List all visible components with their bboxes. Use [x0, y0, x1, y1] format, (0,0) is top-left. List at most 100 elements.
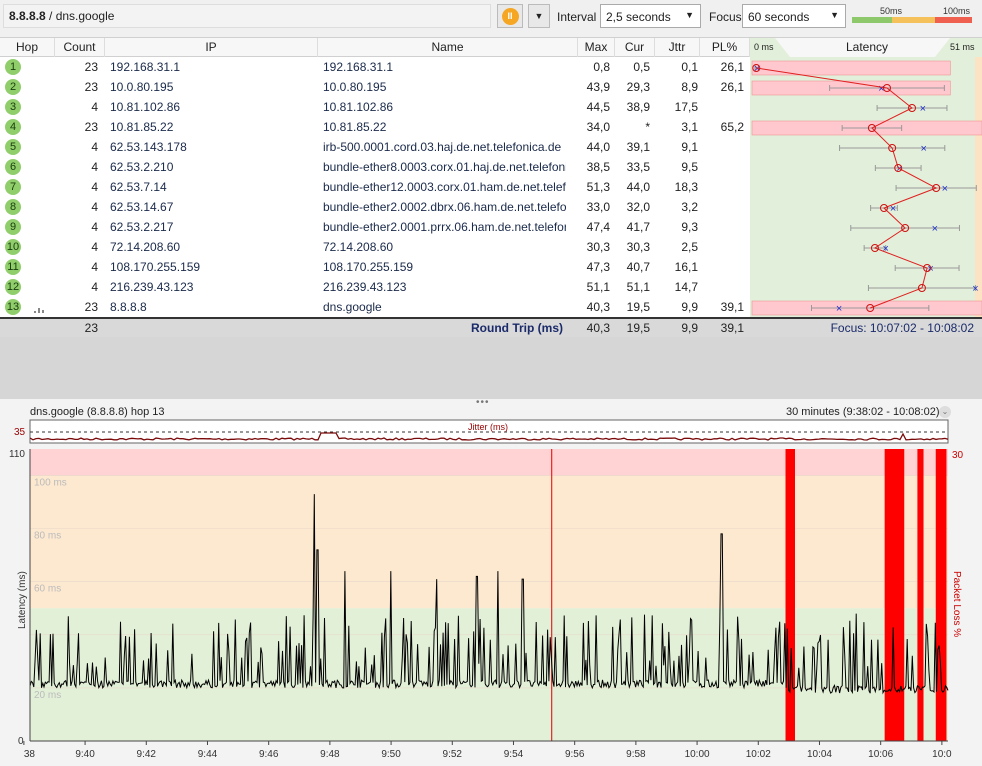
table-row[interactable]: 2 23 10.0.80.195 10.0.80.195 43,9 29,3 8,9 26,1	[0, 77, 750, 97]
cell-jttr: 14,7	[674, 280, 698, 294]
cell-cur: 33,5	[626, 160, 650, 174]
col-latency[interactable]: 0 ms Latency 51 ms	[750, 38, 982, 57]
cell-max: 47,4	[586, 220, 610, 234]
hop-badge: 12	[5, 279, 21, 295]
cell-max: 51,3	[586, 180, 610, 194]
packet-loss-bar	[785, 449, 795, 741]
packet-loss-bar	[751, 60, 951, 76]
table-row[interactable]: 3 4 10.81.102.86 10.81.102.86 44,5 38,9 17,5	[0, 97, 750, 117]
pause-dropdown-button[interactable]: ▼	[528, 4, 550, 28]
cell-max: 44,5	[586, 100, 610, 114]
col-max[interactable]: Max	[578, 38, 615, 57]
x-tick-label: 38	[24, 749, 36, 760]
hop-badge: 13	[5, 299, 21, 315]
cell-count: 4	[91, 280, 98, 294]
bar-chart-icon[interactable]	[33, 303, 45, 313]
cell-jttr: 3,1	[681, 120, 698, 134]
cell-name: 192.168.31.1	[323, 60, 394, 74]
x-tick-label: 9:48	[320, 749, 340, 760]
pause-button[interactable]: II	[497, 4, 523, 28]
summary-count: 23	[84, 321, 98, 335]
col-ip[interactable]: IP	[105, 38, 318, 57]
hop-badge: 1	[5, 59, 21, 75]
latency-graph: ××××××××××××	[751, 57, 982, 317]
toolbar: 8.8.8.8 / dns.google II ▼ Interval 2,5 s…	[0, 0, 982, 36]
table-row[interactable]: 13 23 8.8.8.8 dns.google 40,3 19,5 9,9 39,1	[0, 297, 750, 317]
table-header: Hop Count IP Name Max Cur Jttr PL% 0 ms …	[0, 37, 982, 57]
summary-pl: 39,1	[720, 321, 744, 335]
table-row[interactable]: 1 23 192.168.31.1 192.168.31.1 0,8 0,5 0,1 26,1	[0, 57, 750, 77]
table-row[interactable]: 6 4 62.53.2.210 bundle-ether8.0003.corx.01.…	[0, 157, 750, 177]
jitter-y-label: 35	[14, 427, 26, 438]
cell-max: 51,1	[586, 280, 610, 294]
cell-ip: 62.53.14.67	[110, 200, 174, 214]
cell-jttr: 9,9	[681, 300, 698, 314]
x-tick-label: 10:06	[868, 749, 893, 760]
cell-cur: 29,3	[626, 80, 650, 94]
col-hop[interactable]: Hop	[0, 38, 55, 57]
cell-cur: 40,7	[626, 260, 650, 274]
x-tick-label: 9:46	[259, 749, 279, 760]
focus-label: Focus	[709, 10, 742, 24]
cell-name: irb-500.0001.cord.03.haj.de.net.telefoni…	[323, 140, 562, 154]
interval-select[interactable]: 2,5 seconds ▼	[600, 4, 701, 28]
empty-area	[0, 337, 982, 399]
col-jttr[interactable]: Jttr	[655, 38, 700, 57]
col-name[interactable]: Name	[318, 38, 578, 57]
latency-title: Latency	[846, 40, 889, 54]
x-tick-label: 9:42	[137, 749, 157, 760]
target-host: 8.8.8.8	[9, 9, 46, 23]
x-tick-label: 9:58	[626, 749, 646, 760]
y-axis-title: Latency (ms)	[17, 571, 28, 629]
cell-name: 108.170.255.159	[323, 260, 414, 274]
cell-jttr: 0,1	[681, 60, 698, 74]
table-row[interactable]: 12 4 216.239.43.123 216.239.43.123 51,1 51,1 1…	[0, 277, 750, 297]
cell-cur: 32,0	[626, 200, 650, 214]
table-row[interactable]: 11 4 108.170.255.159 108.170.255.159 47,3 40,…	[0, 257, 750, 277]
col-pl[interactable]: PL%	[700, 38, 750, 57]
cell-max: 34,0	[586, 120, 610, 134]
latency-chart[interactable]: 35 Jitter (ms) 100 ms 80 ms 60 ms 20 ms 110 0 30…	[0, 399, 982, 766]
target-field[interactable]: 8.8.8.8 / dns.google	[3, 4, 491, 28]
col-count[interactable]: Count	[55, 38, 105, 57]
cell-jttr: 17,5	[674, 100, 698, 114]
table-row[interactable]: 7 4 62.53.7.14 bundle-ether12.0003.corx.01.…	[0, 177, 750, 197]
table-row[interactable]: 9 4 62.53.2.217 bundle-ether2.0001.prrx.06.…	[0, 217, 750, 237]
legend-bad-bar	[935, 17, 972, 23]
cell-ip: 8.8.8.8	[110, 300, 147, 314]
summary-jttr: 9,9	[681, 321, 698, 335]
cell-count: 4	[91, 100, 98, 114]
cell-pl: 65,2	[720, 120, 744, 134]
table-row[interactable]: 10 4 72.14.208.60 72.14.208.60 30,3 30,3 2,5	[0, 237, 750, 257]
cell-count: 4	[91, 260, 98, 274]
packet-loss-bar	[935, 449, 947, 741]
cell-jttr: 18,3	[674, 180, 698, 194]
focus-select[interactable]: 60 seconds ▼	[742, 4, 846, 28]
x-tick-label: 9:54	[504, 749, 524, 760]
y-min-label: 0	[18, 736, 24, 747]
interval-value: 2,5 seconds	[606, 10, 671, 24]
table-row[interactable]: 8 4 62.53.14.67 bundle-ether2.0002.dbrx.06.…	[0, 197, 750, 217]
cell-name: bundle-ether12.0003.corx.01.ham.de.net.t…	[323, 180, 566, 194]
summary-row: 23 Round Trip (ms) 40,3 19,5 9,9 39,1 Fo…	[0, 317, 982, 337]
chevron-down-icon: ▼	[685, 10, 694, 20]
col-cur[interactable]: Cur	[615, 38, 655, 57]
cell-ip: 62.53.2.210	[110, 160, 174, 174]
table-row[interactable]: 4 23 10.81.85.22 10.81.85.22 34,0 * 3,1 65,2	[0, 117, 750, 137]
cell-name: 72.14.208.60	[323, 240, 394, 254]
y2-max-label: 30	[952, 450, 964, 461]
cell-pl: 26,1	[720, 60, 744, 74]
summary-label: Round Trip (ms)	[471, 321, 563, 335]
target-name: / dns.google	[45, 9, 115, 23]
y-grid-label: 20 ms	[34, 690, 61, 701]
x-tick-label: 9:50	[381, 749, 401, 760]
cell-ip: 10.81.102.86	[110, 100, 181, 114]
cell-name: 10.0.80.195	[323, 80, 387, 94]
latency-min-label: 0 ms	[754, 42, 774, 52]
legend-50ms: 50ms	[880, 6, 903, 16]
cell-cur: 39,1	[626, 140, 650, 154]
cell-ip: 10.0.80.195	[110, 80, 174, 94]
cell-max: 30,3	[586, 240, 610, 254]
x-tick-label: 9:52	[443, 749, 463, 760]
table-row[interactable]: 5 4 62.53.143.178 irb-500.0001.cord.03.haj.…	[0, 137, 750, 157]
